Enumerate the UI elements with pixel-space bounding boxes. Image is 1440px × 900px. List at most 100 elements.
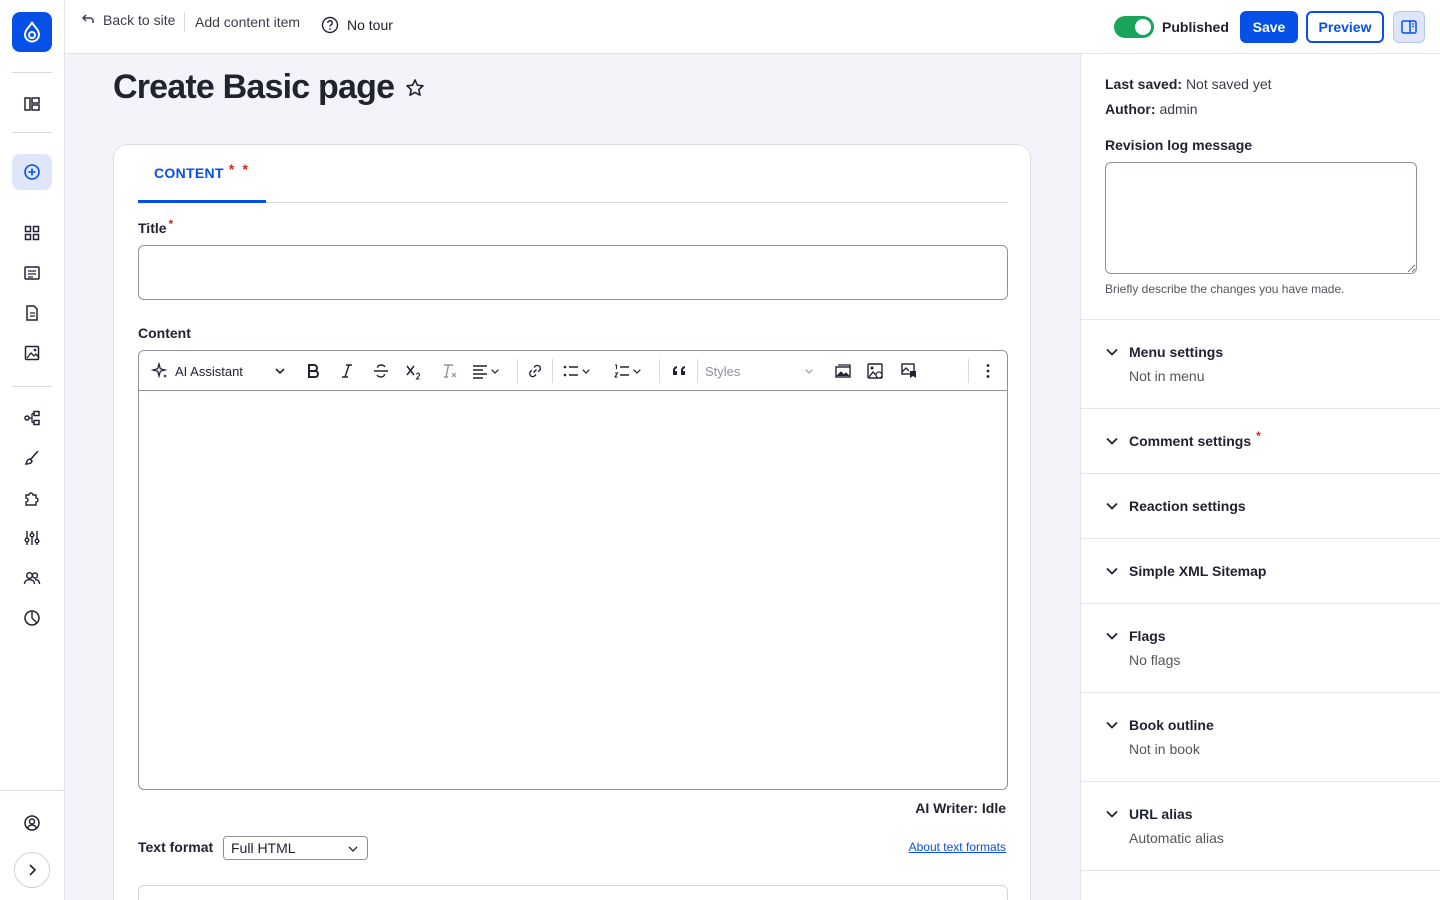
bold-button[interactable] — [303, 359, 323, 383]
toggle-sidebar-button[interactable] — [1393, 11, 1425, 43]
nav-item-files[interactable] — [12, 295, 52, 331]
accordion-header[interactable]: Comment settings * — [1105, 429, 1261, 449]
remove-format-icon — [444, 364, 457, 378]
chevron-down-icon — [1106, 437, 1118, 445]
content-label: Content — [138, 325, 191, 341]
drupal-logo-icon[interactable] — [12, 12, 52, 52]
accordion-header[interactable]: Book outline — [1105, 717, 1214, 733]
help-circle-icon — [321, 16, 339, 34]
next-field-box — [138, 885, 1008, 900]
accordion-summary: No flags — [1129, 652, 1181, 668]
chevron-right-icon — [29, 864, 37, 876]
tour-button[interactable]: No tour — [321, 16, 393, 34]
nav-item-reports[interactable] — [12, 600, 52, 636]
nav-item-extend[interactable] — [12, 480, 52, 516]
title-input[interactable] — [138, 245, 1008, 300]
chevron-down-icon — [1106, 567, 1118, 575]
more-options-button[interactable] — [979, 359, 997, 383]
accordion-title: Book outline — [1129, 717, 1214, 733]
accordion-header[interactable]: Menu settings — [1105, 344, 1223, 360]
link-button[interactable] — [525, 359, 545, 383]
sparkle-icon — [151, 362, 168, 379]
subscript-button[interactable] — [403, 359, 425, 383]
accordion-flags[interactable]: Flags No flags — [1081, 603, 1440, 692]
chevron-down-icon — [275, 368, 285, 375]
media-library-icon — [835, 364, 851, 378]
meta-sidebar: Last saved: Not saved yet Author: admin … — [1080, 54, 1440, 900]
sidebar-panel-icon — [1401, 20, 1417, 34]
editor-toolbar: AI Assistant Styles — [139, 351, 1007, 391]
align-left-icon — [473, 365, 487, 379]
nav-item-appearance[interactable] — [12, 440, 52, 476]
save-button[interactable]: Save — [1240, 11, 1298, 43]
ai-assistant-chevron[interactable] — [271, 359, 289, 383]
sliders-icon — [24, 531, 40, 545]
numbered-list-dropdown[interactable] — [613, 359, 643, 383]
subscript-icon — [406, 365, 421, 380]
blockquote-button[interactable] — [669, 359, 691, 383]
accordion-book-outline[interactable]: Book outline Not in book — [1081, 692, 1440, 781]
nav-item-structure-tree[interactable] — [12, 400, 52, 436]
chevron-down-icon — [1106, 632, 1118, 640]
published-label: Published — [1162, 19, 1229, 35]
nav-item-structure[interactable] — [12, 215, 52, 251]
nav-item-create[interactable] — [12, 154, 52, 190]
about-text-formats-link[interactable]: About text formats — [909, 840, 1006, 854]
text-format-label: Text format — [138, 839, 214, 855]
chevron-down-icon — [1106, 348, 1118, 356]
accordion-header[interactable]: Reaction settings — [1105, 498, 1246, 514]
accordion-summary: Not in menu — [1129, 368, 1205, 384]
link-icon — [529, 364, 541, 378]
accordion-title: Comment settings — [1129, 433, 1252, 449]
accordion-reaction-settings[interactable]: Reaction settings — [1081, 473, 1440, 538]
italic-button[interactable] — [337, 359, 357, 383]
back-to-site-link[interactable]: Back to site — [81, 12, 175, 28]
content-editor[interactable]: AI Assistant Styles — [138, 350, 1008, 790]
required-marker: * — [168, 217, 174, 231]
styles-dropdown[interactable]: Styles — [705, 359, 817, 383]
nav-item-media[interactable] — [12, 335, 52, 371]
nav-item-configuration[interactable] — [12, 520, 52, 556]
hierarchy-icon — [24, 410, 40, 426]
insert-image-button[interactable] — [864, 359, 886, 383]
accordion-title: Simple XML Sitemap — [1129, 563, 1267, 579]
accordion-menu-settings[interactable]: Menu settings Not in menu — [1081, 319, 1440, 408]
accordion-comment-settings[interactable]: Comment settings * — [1081, 408, 1440, 473]
revision-log-textarea[interactable] — [1105, 162, 1417, 274]
ai-assistant-dropdown[interactable]: AI Assistant — [151, 359, 243, 383]
revision-log-description: Briefly describe the changes you have ma… — [1105, 282, 1345, 296]
accordion-simple-xml-sitemap[interactable]: Simple XML Sitemap — [1081, 538, 1440, 603]
accordion-header[interactable]: Simple XML Sitemap — [1105, 563, 1266, 579]
accordion-title: URL alias — [1129, 806, 1193, 822]
nav-divider — [12, 386, 52, 387]
bulleted-list-dropdown[interactable] — [562, 359, 592, 383]
nav-divider — [12, 132, 52, 133]
nav-item-user[interactable] — [12, 805, 52, 841]
chevron-down-icon — [582, 369, 590, 374]
remove-format-button[interactable] — [438, 359, 460, 383]
embed-media-button[interactable] — [898, 359, 920, 383]
expand-sidebar-button[interactable] — [14, 852, 50, 888]
title-label: Title * — [138, 217, 174, 236]
nav-item-people[interactable] — [12, 560, 52, 596]
toolbar-separator — [659, 359, 660, 383]
accordion-header[interactable]: Flags — [1105, 628, 1166, 644]
nav-item-content[interactable] — [12, 255, 52, 291]
preview-button[interactable]: Preview — [1306, 11, 1384, 43]
tab-content[interactable]: CONTENT * * — [138, 145, 266, 203]
accordion-url-alias[interactable]: URL alias Automatic alias — [1081, 781, 1440, 870]
text-format-select[interactable]: Full HTML — [223, 836, 368, 860]
accordion-next[interactable] — [1081, 870, 1440, 900]
brush-icon — [24, 450, 39, 465]
strikethrough-button[interactable] — [371, 359, 391, 383]
published-toggle[interactable] — [1114, 16, 1154, 38]
star-icon[interactable] — [404, 77, 426, 99]
accordion-summary: Not in book — [1129, 741, 1200, 757]
page-title-text: Create Basic page — [113, 68, 395, 106]
media-library-button[interactable] — [832, 359, 854, 383]
align-dropdown[interactable] — [471, 359, 501, 383]
user-circle-icon — [24, 815, 40, 831]
accordion-header[interactable]: URL alias — [1105, 806, 1193, 822]
nav-item-dashboard[interactable] — [12, 86, 52, 122]
numbered-list-icon — [614, 364, 629, 378]
